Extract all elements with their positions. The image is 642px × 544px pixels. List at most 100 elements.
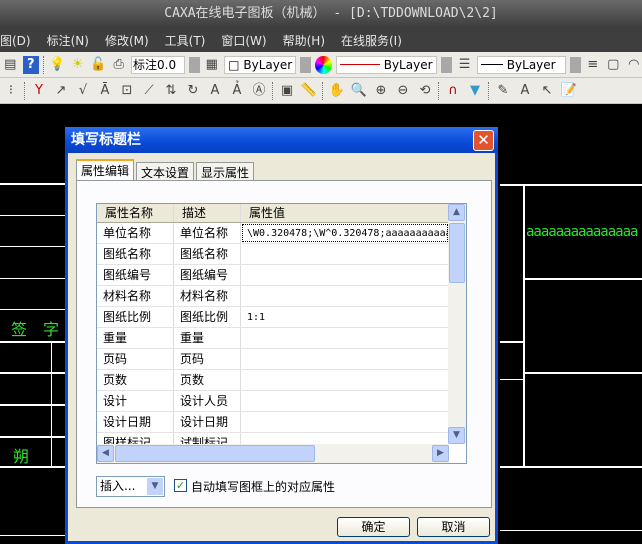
mark-icon[interactable]: Ả xyxy=(228,82,246,100)
pan-icon[interactable]: ✋ xyxy=(328,82,346,100)
help-icon[interactable]: ? xyxy=(22,55,40,74)
cancel-button[interactable]: 取消 xyxy=(417,517,490,537)
scroll-up-icon[interactable]: ▲ xyxy=(448,204,465,221)
sun-icon[interactable]: ☀ xyxy=(69,56,86,74)
layer-manager-icon[interactable]: ▦ xyxy=(204,56,221,74)
vertical-scrollbar[interactable]: ▲ ▼ xyxy=(448,204,466,444)
attribute-name-cell: 页数 xyxy=(97,370,174,390)
tab-text-settings[interactable]: 文本设置 xyxy=(136,162,195,180)
zoom-window-icon[interactable]: ⊕ xyxy=(372,82,390,100)
close-button[interactable]: ✕ xyxy=(473,130,494,151)
linetype-select[interactable]: ByLayer xyxy=(335,55,438,74)
table-row[interactable]: 重量 重量 xyxy=(97,328,449,349)
table-row[interactable]: 图纸名称 图纸名称 xyxy=(97,244,449,265)
lightbulb-icon[interactable]: 💡 xyxy=(49,56,66,74)
print-icon[interactable]: ▤ xyxy=(2,56,19,74)
edit-leader-icon[interactable]: ↖ xyxy=(538,82,556,100)
color-wheel-icon[interactable] xyxy=(315,55,332,74)
insert-value: 插入... xyxy=(100,479,136,493)
leader-icon[interactable]: ↗ xyxy=(52,82,70,100)
menu-help[interactable]: 帮助(H) xyxy=(283,32,333,49)
rotate-icon[interactable]: ↻ xyxy=(184,82,202,100)
edit-dim-icon[interactable]: ✎ xyxy=(494,82,512,100)
color-select[interactable]: □ ByLayer xyxy=(224,55,297,74)
zoom-icon[interactable]: 🔍 xyxy=(350,82,368,100)
auto-fill-checkbox[interactable]: ✓ xyxy=(174,479,187,492)
tolerance-icon[interactable]: ⊡ xyxy=(118,82,136,100)
tab-attribute-edit[interactable]: 属性编辑 xyxy=(76,159,135,180)
roughness-icon[interactable]: √ xyxy=(74,82,92,100)
lineweight-value: ByLayer xyxy=(506,57,556,72)
lineweight-icon[interactable]: ≡ xyxy=(585,56,602,74)
table-row[interactable]: 页码 页码 xyxy=(97,349,449,370)
rectangle-icon[interactable]: ▢ xyxy=(605,56,622,74)
lineweight-select[interactable]: ByLayer xyxy=(476,55,566,74)
scroll-right-icon[interactable]: ▶ xyxy=(432,445,449,462)
dimension-icon[interactable]: Y xyxy=(30,82,48,100)
chevron-down-icon[interactable] xyxy=(300,56,312,73)
table-row[interactable]: 单位名称 单位名称 \W0.320478;\W^0.320478;aaaaaaaaa… xyxy=(97,223,449,244)
horizontal-scroll-thumb[interactable] xyxy=(115,445,315,462)
view-icon[interactable]: ▣ xyxy=(278,82,296,100)
text-icon[interactable]: A xyxy=(206,82,224,100)
attribute-value-cell[interactable] xyxy=(241,412,449,432)
table-row[interactable]: 图纸比例 图纸比例 1:1 xyxy=(97,307,449,328)
table-row[interactable]: 材料名称 材料名称 xyxy=(97,286,449,307)
attribute-value-cell[interactable] xyxy=(241,244,449,264)
chevron-down-icon[interactable] xyxy=(569,56,581,73)
vertical-scroll-thumb[interactable] xyxy=(449,223,465,283)
menu-window[interactable]: 窗口(W) xyxy=(221,32,274,49)
attribute-value-cell[interactable]: 1:1 xyxy=(241,307,449,327)
scroll-left-icon[interactable]: ◀ xyxy=(97,445,114,462)
attribute-value-cell[interactable] xyxy=(241,265,449,285)
zoom-previous-icon[interactable]: ⟲ xyxy=(416,82,434,100)
menu-bar: 图(D) 标注(N) 修改(M) 工具(T) 窗口(W) 帮助(H) 在线服务(… xyxy=(0,28,642,52)
column-header-value[interactable]: 属性值 xyxy=(241,204,449,222)
tab-bar: 属性编辑 文本设置 显示属性 xyxy=(76,159,256,180)
tab-display-attributes[interactable]: 显示属性 xyxy=(196,162,255,180)
filter-icon[interactable]: ▼ xyxy=(466,82,484,100)
menu-online-service[interactable]: 在线服务(I) xyxy=(341,32,410,49)
ok-button[interactable]: 确定 xyxy=(337,517,410,537)
table-row[interactable]: 设计 设计人员 xyxy=(97,391,449,412)
magnet-icon[interactable]: ∩ xyxy=(444,82,462,100)
edit-note-icon[interactable]: 📝 xyxy=(560,82,578,100)
menu-modify[interactable]: 修改(M) xyxy=(105,32,157,49)
menu-draw[interactable]: 图(D) xyxy=(0,32,39,49)
printer-icon[interactable]: ⎙ xyxy=(111,56,128,74)
table-row[interactable]: 图纸编号 图纸编号 xyxy=(97,265,449,286)
menu-tools[interactable]: 工具(T) xyxy=(165,32,214,49)
attribute-value-cell[interactable] xyxy=(241,286,449,306)
attribute-value-cell[interactable] xyxy=(241,349,449,369)
description-cell: 重量 xyxy=(174,328,241,348)
weld-icon[interactable]: ⟋ xyxy=(140,82,158,100)
section-icon[interactable]: ⇅ xyxy=(162,82,180,100)
chevron-down-icon[interactable] xyxy=(441,56,453,73)
scroll-down-icon[interactable]: ▼ xyxy=(448,427,465,444)
attribute-name-cell: 重量 xyxy=(97,328,174,348)
coordinate-icon[interactable]: ⁝ xyxy=(2,82,20,100)
horizontal-scrollbar[interactable]: ◀ ▶ xyxy=(97,444,449,463)
ruler-icon[interactable]: 📏 xyxy=(300,82,318,100)
column-header-description[interactable]: 描述 xyxy=(174,204,241,222)
attribute-value-cell[interactable] xyxy=(241,370,449,390)
chevron-down-icon[interactable]: ▼ xyxy=(147,478,163,495)
arc-icon[interactable]: ◠ xyxy=(626,56,642,74)
table-row[interactable]: 设计日期 设计日期 xyxy=(97,412,449,433)
layer-select[interactable]: 标注0.0 xyxy=(131,55,185,74)
lock-icon[interactable]: 🔓 xyxy=(90,56,107,74)
attribute-value-cell[interactable] xyxy=(241,391,449,411)
attribute-value-cell[interactable]: \W0.320478;\W^0.320478;aaaaaaaaaaa xyxy=(241,223,449,243)
chevron-down-icon[interactable] xyxy=(188,56,200,73)
column-header-name[interactable]: 属性名称 xyxy=(97,204,174,222)
table-text-icon[interactable]: Ⓐ xyxy=(250,82,268,100)
attribute-value-cell[interactable] xyxy=(241,328,449,348)
auto-fill-label[interactable]: 自动填写图框上的对应属性 xyxy=(191,478,335,495)
menu-annotate[interactable]: 标注(N) xyxy=(47,32,97,49)
zoom-out-icon[interactable]: ⊖ xyxy=(394,82,412,100)
insert-combobox[interactable]: 插入... ▼ xyxy=(96,476,165,497)
table-row[interactable]: 页数 页数 xyxy=(97,370,449,391)
linetype-icon[interactable]: ☰ xyxy=(456,56,473,74)
edit-text-icon[interactable]: A xyxy=(516,82,534,100)
datum-icon[interactable]: Ā xyxy=(96,82,114,100)
